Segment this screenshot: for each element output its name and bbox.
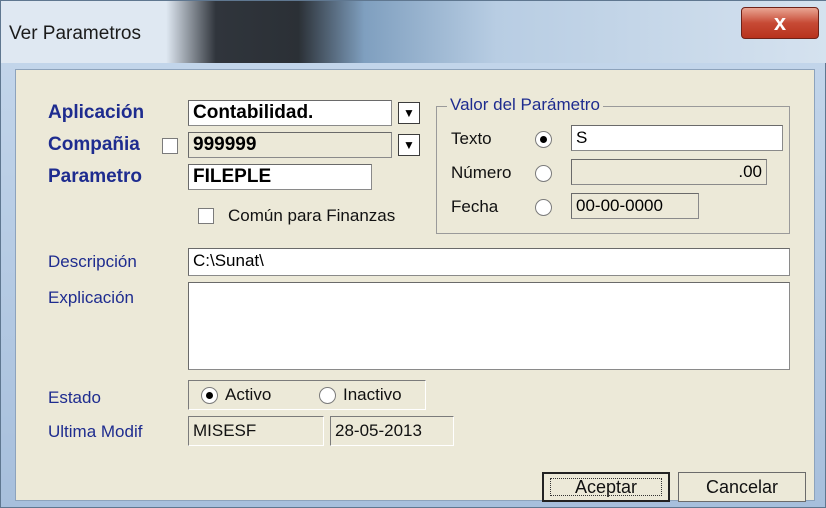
estado-radio-group: Activo Inactivo xyxy=(188,380,426,410)
texto-field[interactable]: S xyxy=(571,125,783,151)
chevron-down-icon: ▼ xyxy=(403,106,415,120)
descripcion-field[interactable]: C:\Sunat\ xyxy=(188,248,790,276)
texto-radio[interactable] xyxy=(535,131,552,148)
title-bar[interactable]: Ver Parametros x xyxy=(1,1,826,63)
dialog-window: Ver Parametros x Aplicación Contabilidad… xyxy=(0,0,826,508)
aplicacion-value: Contabilidad. xyxy=(193,102,314,123)
aplicacion-label: Aplicación xyxy=(48,102,145,123)
compania-value: 999999 xyxy=(193,134,257,155)
fecha-field[interactable]: 00-00-0000 xyxy=(571,193,699,219)
texto-label: Texto xyxy=(451,129,492,148)
compania-checkbox[interactable] xyxy=(162,138,178,154)
fecha-value: 00-00-0000 xyxy=(576,196,663,215)
explicacion-textarea[interactable] xyxy=(188,282,790,370)
numero-value: .00 xyxy=(738,162,762,181)
explicacion-label: Explicación xyxy=(48,288,134,307)
cancelar-label: Cancelar xyxy=(705,477,779,497)
estado-activo-label: Activo xyxy=(225,385,272,404)
aplicacion-dropdown-button[interactable]: ▼ xyxy=(398,102,420,124)
valor-parametro-legend: Valor del Parámetro xyxy=(447,95,603,115)
descripcion-value: C:\Sunat\ xyxy=(193,251,264,270)
valor-parametro-group: Valor del Parámetro Texto S Número .00 F… xyxy=(436,95,790,234)
compania-label: Compañia xyxy=(48,134,140,155)
close-button[interactable]: x xyxy=(741,7,819,39)
fecha-label: Fecha xyxy=(451,197,499,216)
focus-rect xyxy=(550,478,662,496)
numero-label: Número xyxy=(451,163,512,182)
dialog-body: Aplicación Contabilidad. ▼ Compañia 9999… xyxy=(15,69,815,502)
window-title: Ver Parametros xyxy=(9,23,141,44)
chevron-down-icon: ▼ xyxy=(403,138,415,152)
compania-dropdown-button[interactable]: ▼ xyxy=(398,134,420,156)
cancelar-button[interactable]: Cancelar xyxy=(678,472,806,502)
ultima-user-field: MISESF xyxy=(188,416,324,446)
estado-activo-radio[interactable] xyxy=(201,387,218,404)
comun-finanzas-checkbox[interactable] xyxy=(198,208,214,224)
radio-selected-dot xyxy=(540,136,547,143)
parametro-label: Parametro xyxy=(48,166,142,187)
numero-field[interactable]: .00 xyxy=(571,159,767,185)
texto-value: S xyxy=(576,128,588,147)
estado-inactivo-label: Inactivo xyxy=(343,385,402,404)
aplicacion-select[interactable]: Contabilidad. xyxy=(188,100,392,126)
compania-select[interactable]: 999999 xyxy=(188,132,392,158)
aceptar-button[interactable]: Aceptar xyxy=(542,472,670,502)
estado-label: Estado xyxy=(48,388,101,407)
descripcion-label: Descripción xyxy=(48,252,137,271)
numero-radio[interactable] xyxy=(535,165,552,182)
ultima-date-value: 28-05-2013 xyxy=(335,421,422,440)
parametro-value: FILEPLE xyxy=(193,166,272,187)
radio-selected-dot xyxy=(206,392,213,399)
comun-finanzas-label: Común para Finanzas xyxy=(228,206,396,225)
estado-inactivo-radio[interactable] xyxy=(319,387,336,404)
ultima-date-field: 28-05-2013 xyxy=(330,416,454,446)
close-icon: x xyxy=(773,10,787,35)
parametro-field[interactable]: FILEPLE xyxy=(188,164,372,190)
fecha-radio[interactable] xyxy=(535,199,552,216)
ultima-user-value: MISESF xyxy=(193,421,257,440)
ultima-modif-label: Ultima Modif xyxy=(48,422,143,441)
